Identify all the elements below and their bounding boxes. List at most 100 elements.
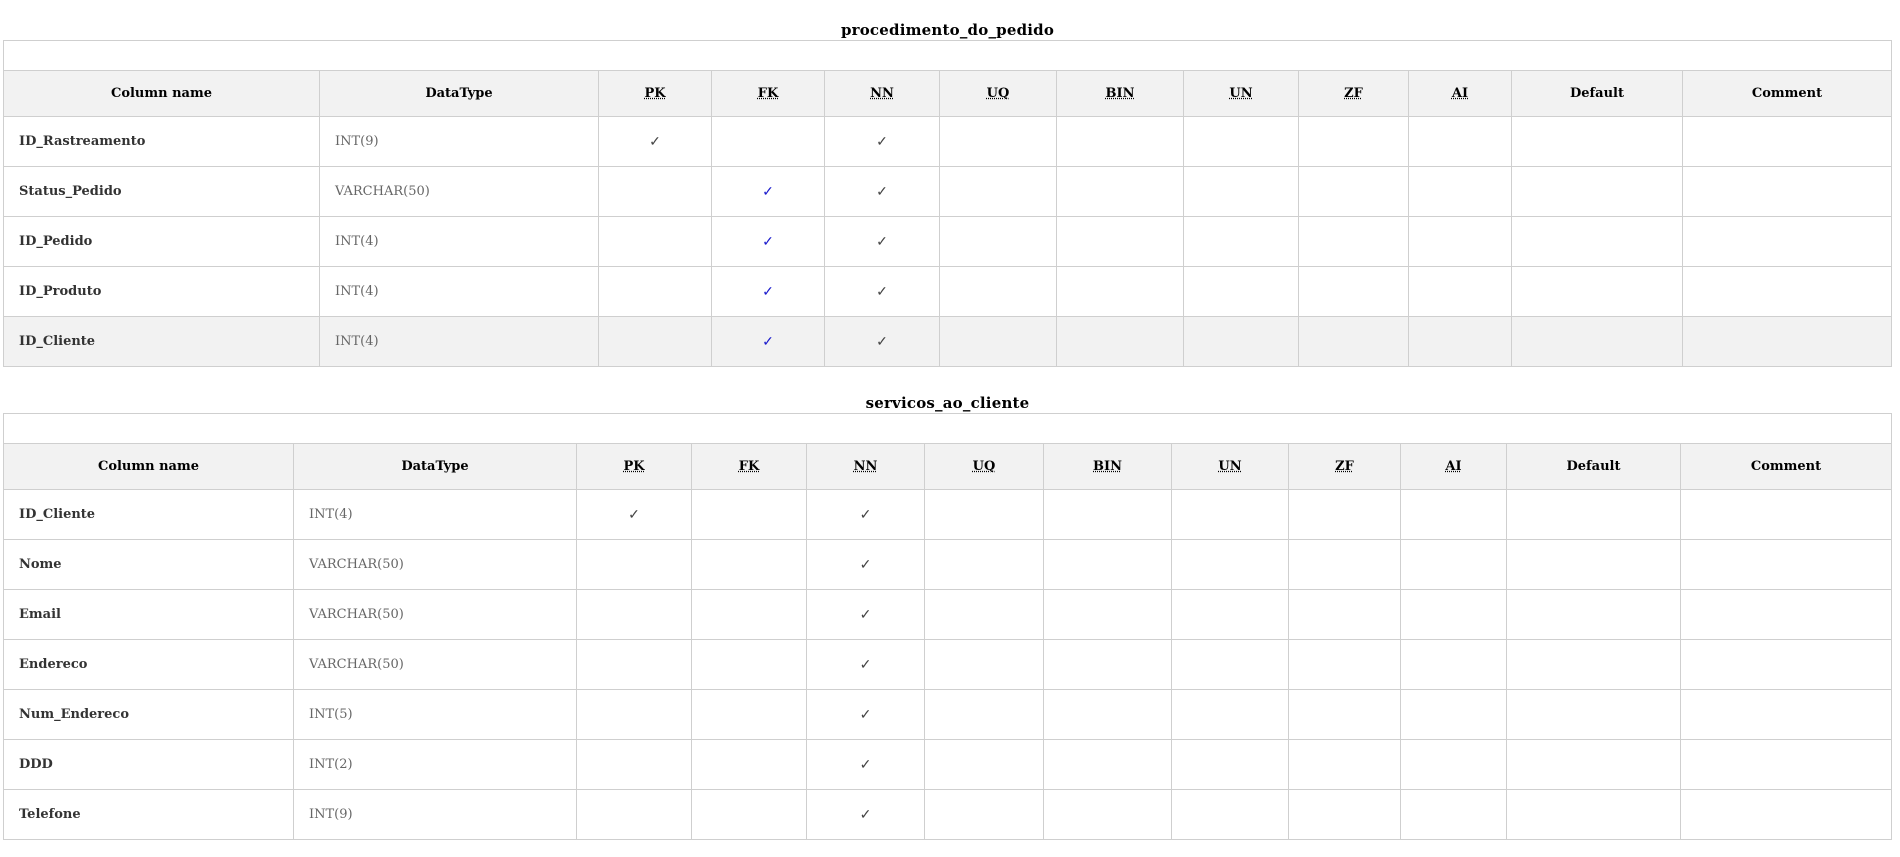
table-row: Endereco VARCHAR(50) ✓ [3, 639, 1892, 690]
default-cell [1511, 266, 1683, 317]
uq-cell [939, 216, 1057, 267]
nn-cell: ✓ [824, 116, 940, 167]
header-pk: PK [576, 443, 692, 490]
comment-cell [1680, 489, 1892, 540]
header-zf-label[interactable]: ZF [1335, 459, 1354, 474]
ai-cell [1400, 689, 1507, 740]
header-uq-label[interactable]: UQ [987, 86, 1010, 101]
header-ai-label[interactable]: AI [1452, 86, 1468, 101]
uq-cell [924, 589, 1044, 640]
ai-cell [1408, 266, 1512, 317]
uq-cell [924, 739, 1044, 790]
checkmark-icon: ✓ [859, 656, 872, 673]
pk-cell [598, 266, 712, 317]
header-nn: NN [806, 443, 925, 490]
header-zf: ZF [1298, 70, 1409, 117]
header-bin-label[interactable]: BIN [1093, 459, 1122, 474]
default-cell [1511, 316, 1683, 367]
header-fk-label[interactable]: FK [758, 86, 779, 101]
un-cell [1171, 589, 1289, 640]
nn-cell: ✓ [806, 689, 925, 740]
header-un-label[interactable]: UN [1218, 459, 1241, 474]
ai-cell [1400, 789, 1507, 840]
header-comment: Comment [1682, 70, 1892, 117]
checkmark-icon: ✓ [859, 606, 872, 623]
nn-cell: ✓ [824, 166, 940, 217]
ai-cell [1400, 539, 1507, 590]
default-cell [1506, 789, 1681, 840]
checkmark-icon: ✓ [859, 556, 872, 573]
header-bin: BIN [1056, 70, 1184, 117]
default-cell [1511, 116, 1683, 167]
un-cell [1183, 316, 1299, 367]
header-ai-label[interactable]: AI [1445, 459, 1461, 474]
nn-cell: ✓ [824, 266, 940, 317]
uq-cell [924, 639, 1044, 690]
uq-cell [924, 539, 1044, 590]
header-uq: UQ [939, 70, 1057, 117]
nn-cell: ✓ [824, 216, 940, 267]
default-cell [1511, 216, 1683, 267]
bin-cell [1056, 316, 1184, 367]
checkmark-icon: ✓ [876, 233, 888, 250]
checkmark-icon: ✓ [859, 706, 872, 723]
fk-cell: ✓ [711, 166, 825, 217]
datatype-cell: INT(9) [293, 789, 577, 840]
header-fk: FK [691, 443, 807, 490]
datatype-cell: VARCHAR(50) [293, 639, 577, 690]
header-bin-label[interactable]: BIN [1106, 86, 1135, 101]
header-nn-label[interactable]: NN [870, 86, 894, 101]
table-row: Email VARCHAR(50) ✓ [3, 589, 1892, 640]
checkmark-icon: ✓ [762, 183, 774, 200]
uq-cell [939, 316, 1057, 367]
ai-cell [1408, 216, 1512, 267]
checkmark-icon: ✓ [876, 133, 888, 150]
zf-cell [1298, 216, 1409, 267]
header-pk-label[interactable]: PK [623, 459, 644, 474]
header-un-label[interactable]: UN [1229, 86, 1252, 101]
table-row: Status_Pedido VARCHAR(50) ✓ ✓ [3, 166, 1892, 217]
header-default: Default [1506, 443, 1681, 490]
uq-cell [924, 689, 1044, 740]
table-block-servicos-ao-cliente: servicos_ao_cliente Column name DataType… [3, 393, 1892, 840]
default-cell [1511, 166, 1683, 217]
header-zf-label[interactable]: ZF [1344, 86, 1363, 101]
comment-cell [1680, 789, 1892, 840]
ai-cell [1408, 116, 1512, 167]
datatype-cell: VARCHAR(50) [293, 589, 577, 640]
pk-cell [598, 166, 712, 217]
header-pk-label[interactable]: PK [644, 86, 665, 101]
header-fk: FK [711, 70, 825, 117]
un-cell [1171, 489, 1289, 540]
un-cell [1183, 166, 1299, 217]
header-row: Column name DataType PK FK NN UQ BIN UN … [3, 70, 1892, 117]
header-datatype: DataType [293, 443, 577, 490]
header-uq-label[interactable]: UQ [973, 459, 996, 474]
bin-cell [1043, 639, 1172, 690]
column-name-cell: ID_Cliente [3, 489, 294, 540]
comment-cell [1680, 589, 1892, 640]
header-fk-label[interactable]: FK [739, 459, 760, 474]
header-column-name: Column name [3, 70, 320, 117]
uq-cell [939, 116, 1057, 167]
bin-cell [1056, 216, 1184, 267]
column-name-cell: DDD [3, 739, 294, 790]
header-nn-label[interactable]: NN [854, 459, 878, 474]
pk-cell: ✓ [576, 489, 692, 540]
default-cell [1506, 489, 1681, 540]
table-row: Telefone INT(9) ✓ [3, 789, 1892, 840]
uq-cell [924, 789, 1044, 840]
header-ai: AI [1400, 443, 1507, 490]
table-row: ID_Cliente INT(4) ✓ ✓ [3, 316, 1892, 367]
un-cell [1183, 266, 1299, 317]
default-cell [1506, 739, 1681, 790]
un-cell [1171, 689, 1289, 740]
column-name-cell: Endereco [3, 639, 294, 690]
un-cell [1171, 639, 1289, 690]
bin-cell [1043, 739, 1172, 790]
nn-cell: ✓ [806, 789, 925, 840]
fk-cell [691, 589, 807, 640]
pk-cell [576, 739, 692, 790]
header-column-name: Column name [3, 443, 294, 490]
column-name-cell: ID_Produto [3, 266, 320, 317]
